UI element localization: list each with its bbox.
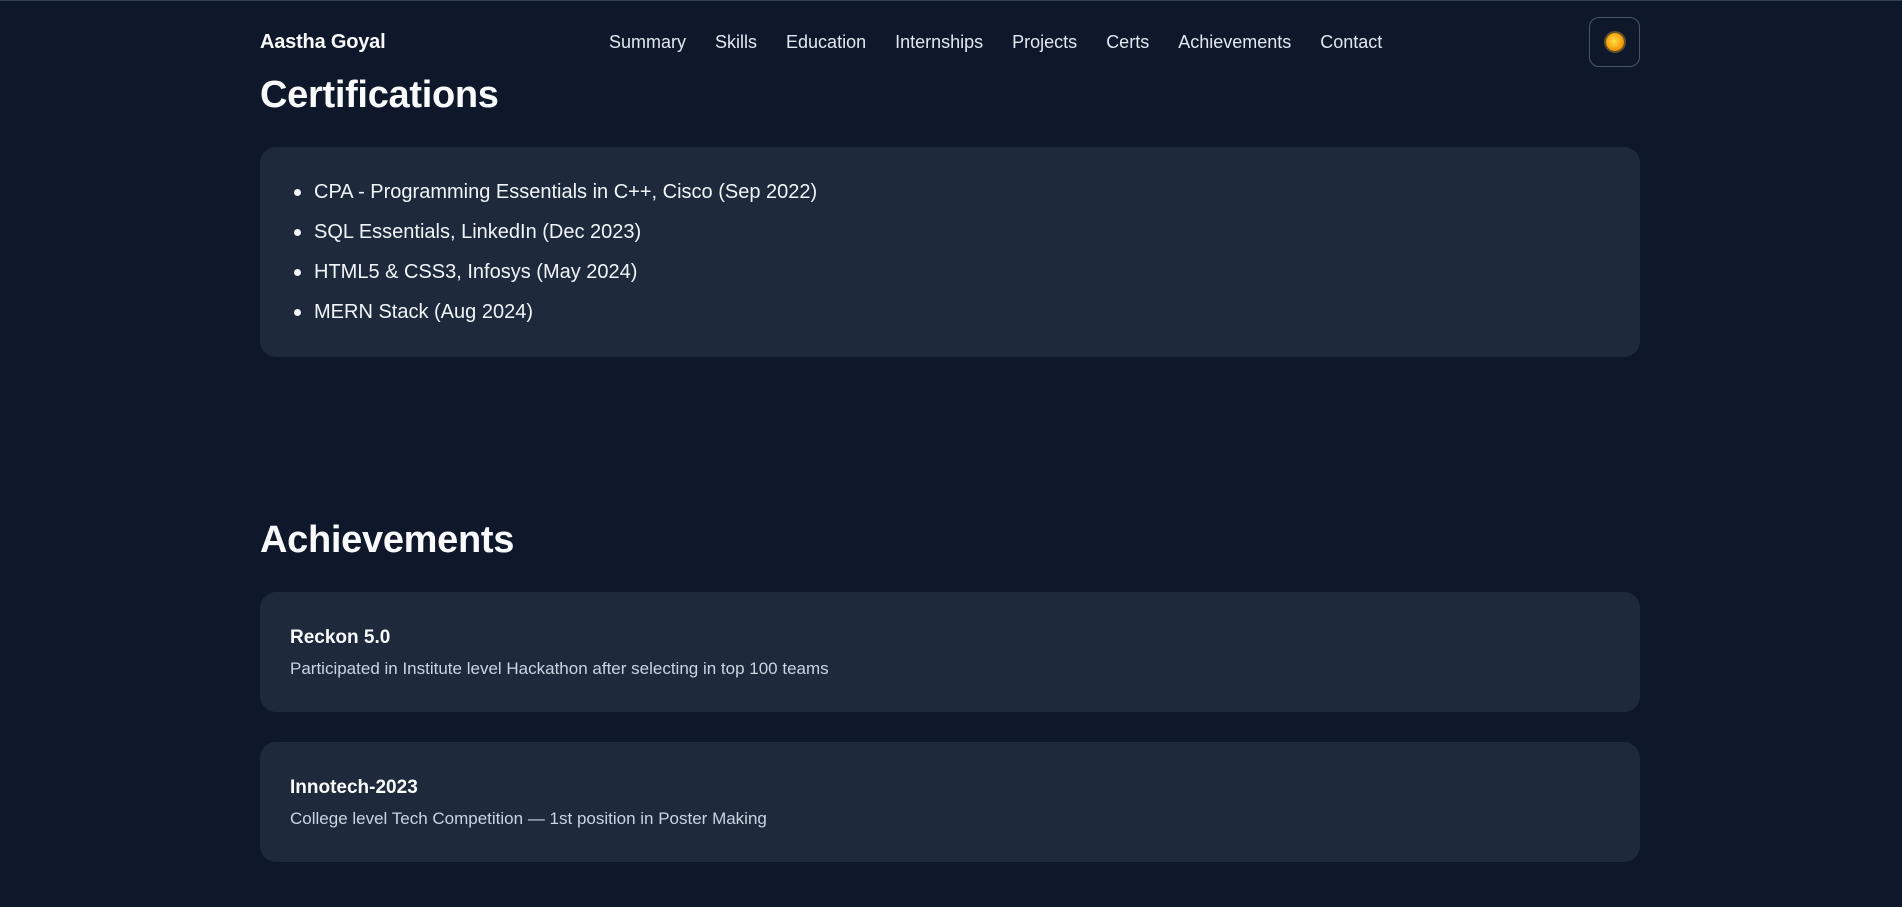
nav-link-achievements[interactable]: Achievements: [1178, 32, 1291, 53]
nav-link-summary[interactable]: Summary: [609, 32, 686, 53]
nav-link-contact[interactable]: Contact: [1320, 32, 1382, 53]
achievement-title: Reckon 5.0: [290, 627, 391, 648]
site-header: Aastha Goyal Summary Skills Education In…: [0, 1, 1902, 85]
certifications-card: CPA - Programming Essentials in C++, Cis…: [260, 147, 1640, 357]
certifications-list: CPA - Programming Essentials in C++, Cis…: [260, 147, 1640, 340]
nav-link-internships[interactable]: Internships: [895, 32, 983, 53]
brand-name[interactable]: Aastha Goyal: [260, 31, 386, 54]
nav-link-certs[interactable]: Certs: [1106, 32, 1149, 53]
achievement-card: Reckon 5.0 Participated in Institute lev…: [260, 592, 1640, 712]
nav-link-skills[interactable]: Skills: [715, 32, 757, 53]
cert-item-label: MERN Stack (Aug 2024): [314, 301, 533, 323]
bullet-icon: [294, 269, 301, 276]
cert-item-label: SQL Essentials, LinkedIn (Dec 2023): [314, 221, 642, 243]
achievement-title: Innotech-2023: [290, 777, 418, 798]
sun-icon: [1605, 33, 1624, 51]
bullet-icon: [294, 229, 301, 236]
certifications-heading: Certifications: [260, 74, 499, 116]
main-nav: Summary Skills Education Internships Pro…: [609, 32, 1382, 53]
achievement-description: College level Tech Competition — 1st pos…: [290, 809, 767, 828]
theme-toggle-button[interactable]: [1589, 17, 1640, 67]
list-item: CPA - Programming Essentials in C++, Cis…: [294, 180, 1640, 220]
achievement-description: Participated in Institute level Hackatho…: [290, 659, 829, 678]
nav-link-projects[interactable]: Projects: [1012, 32, 1077, 53]
achievement-card: Innotech-2023 College level Tech Competi…: [260, 742, 1640, 862]
cert-item-label: CPA - Programming Essentials in C++, Cis…: [314, 181, 818, 203]
achievements-heading: Achievements: [260, 519, 515, 561]
nav-link-education[interactable]: Education: [786, 32, 866, 53]
cert-item-label: HTML5 & CSS3, Infosys (May 2024): [314, 261, 638, 283]
bullet-icon: [294, 189, 301, 196]
list-item: SQL Essentials, LinkedIn (Dec 2023): [294, 220, 1640, 260]
list-item: MERN Stack (Aug 2024): [294, 300, 1640, 340]
list-item: HTML5 & CSS3, Infosys (May 2024): [294, 260, 1640, 300]
bullet-icon: [294, 309, 301, 316]
